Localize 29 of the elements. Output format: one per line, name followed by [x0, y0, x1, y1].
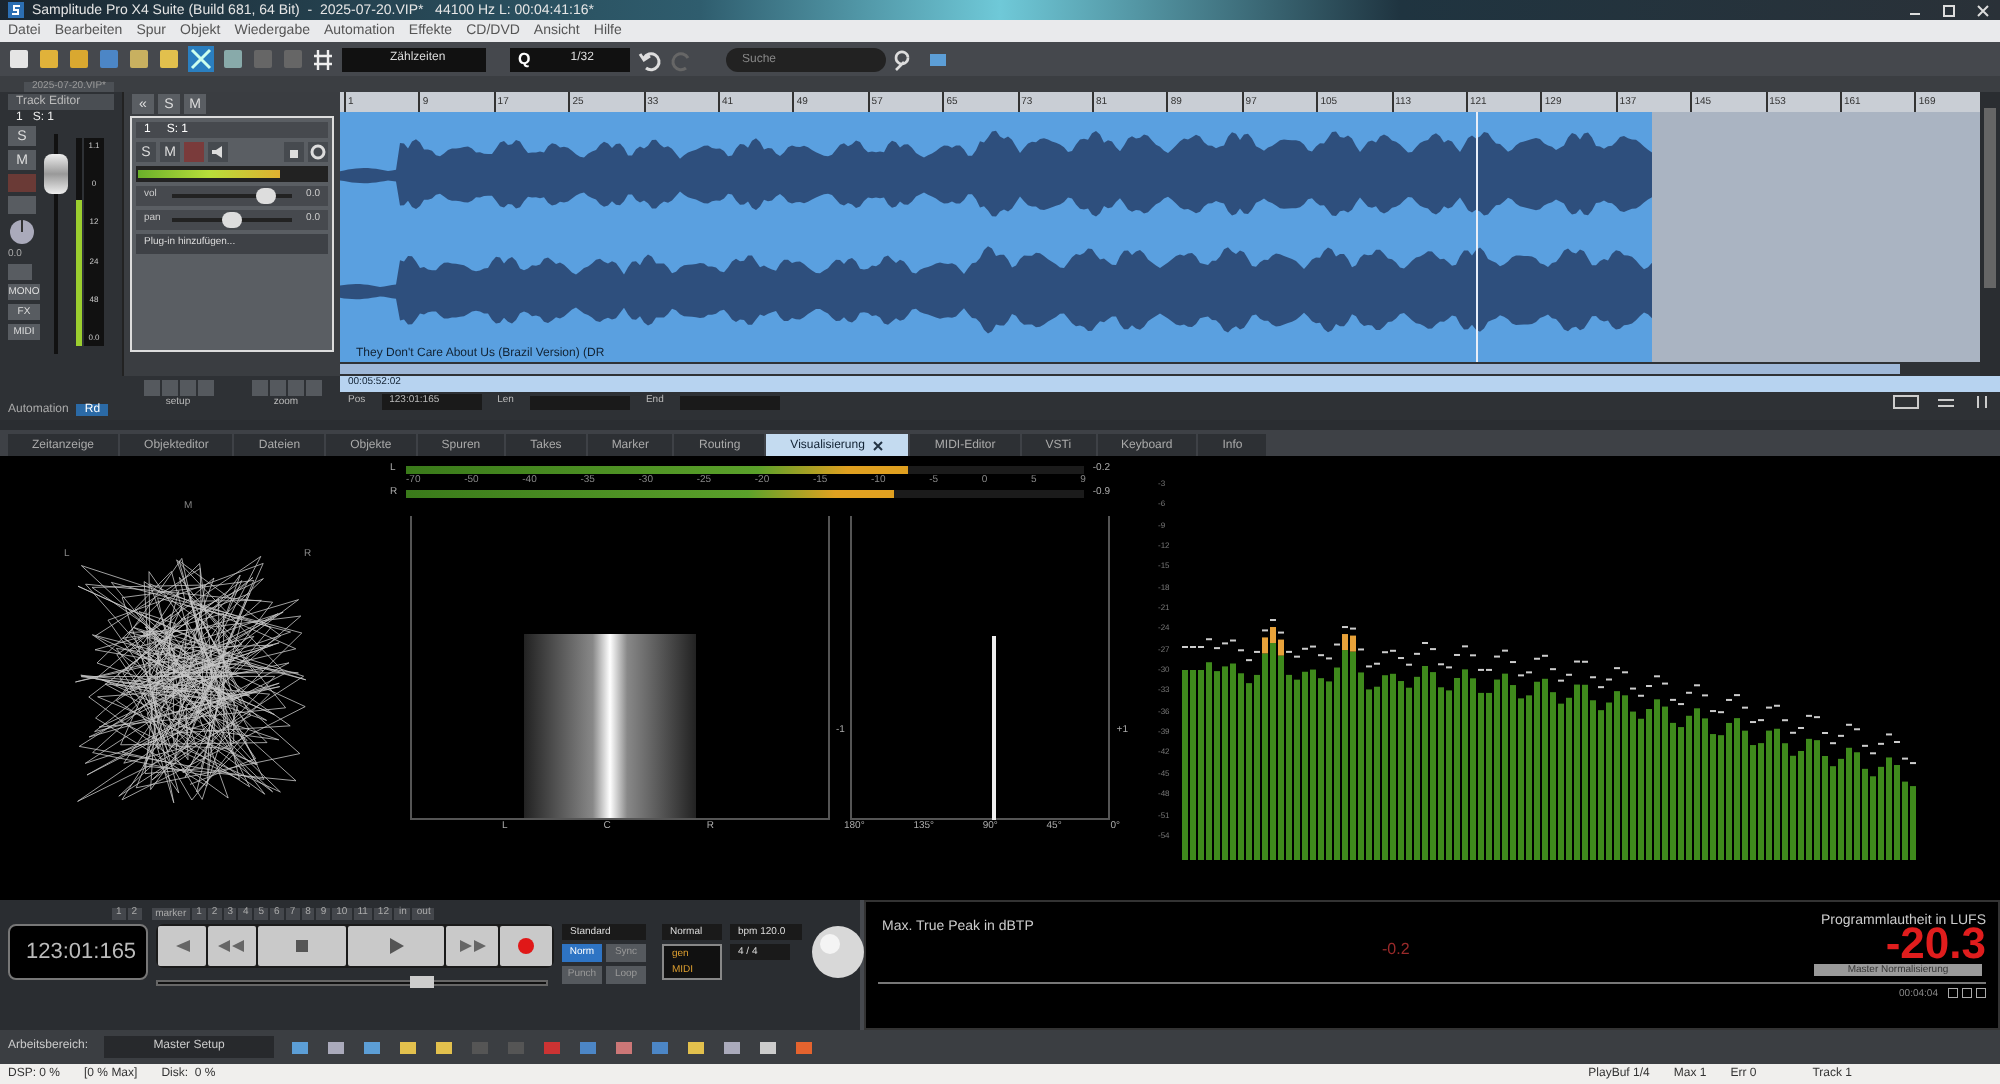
volume-fader-handle[interactable] [44, 154, 68, 194]
maximize-icon[interactable] [1940, 1, 1958, 19]
peak-value: -0.2 [1382, 938, 1410, 962]
len-field[interactable] [529, 395, 630, 409]
vertical-scrollbar[interactable] [1984, 108, 1996, 288]
rewind-icon[interactable] [208, 926, 256, 966]
fast-forward-icon[interactable] [446, 926, 498, 966]
slider-thumb[interactable] [255, 188, 276, 204]
crossfade-icon[interactable] [188, 46, 214, 72]
jog-wheel-icon[interactable] [810, 924, 866, 980]
gear-icon[interactable] [308, 142, 328, 162]
scrub-slider[interactable] [156, 980, 548, 986]
loudness-value: -20.3 [1885, 922, 1986, 966]
close-icon[interactable] [872, 439, 885, 451]
record-icon[interactable] [500, 926, 552, 966]
play-icon[interactable] [348, 926, 444, 966]
scrub-thumb[interactable] [409, 976, 434, 988]
undo-icon[interactable] [638, 47, 662, 71]
speaker-icon[interactable] [208, 142, 228, 162]
stop-icon[interactable] [258, 926, 346, 966]
lock-icon[interactable] [284, 142, 304, 162]
grid-snap-icon[interactable] [312, 47, 334, 71]
skip-back-icon[interactable] [158, 926, 206, 966]
app-logo-icon [8, 2, 24, 18]
horizontal-scrollbar[interactable] [340, 364, 1900, 374]
slider-thumb[interactable] [222, 212, 242, 228]
end-field[interactable] [679, 395, 780, 409]
time-display: 123:01:165 [8, 924, 148, 980]
pan-knob-icon[interactable] [8, 218, 36, 246]
